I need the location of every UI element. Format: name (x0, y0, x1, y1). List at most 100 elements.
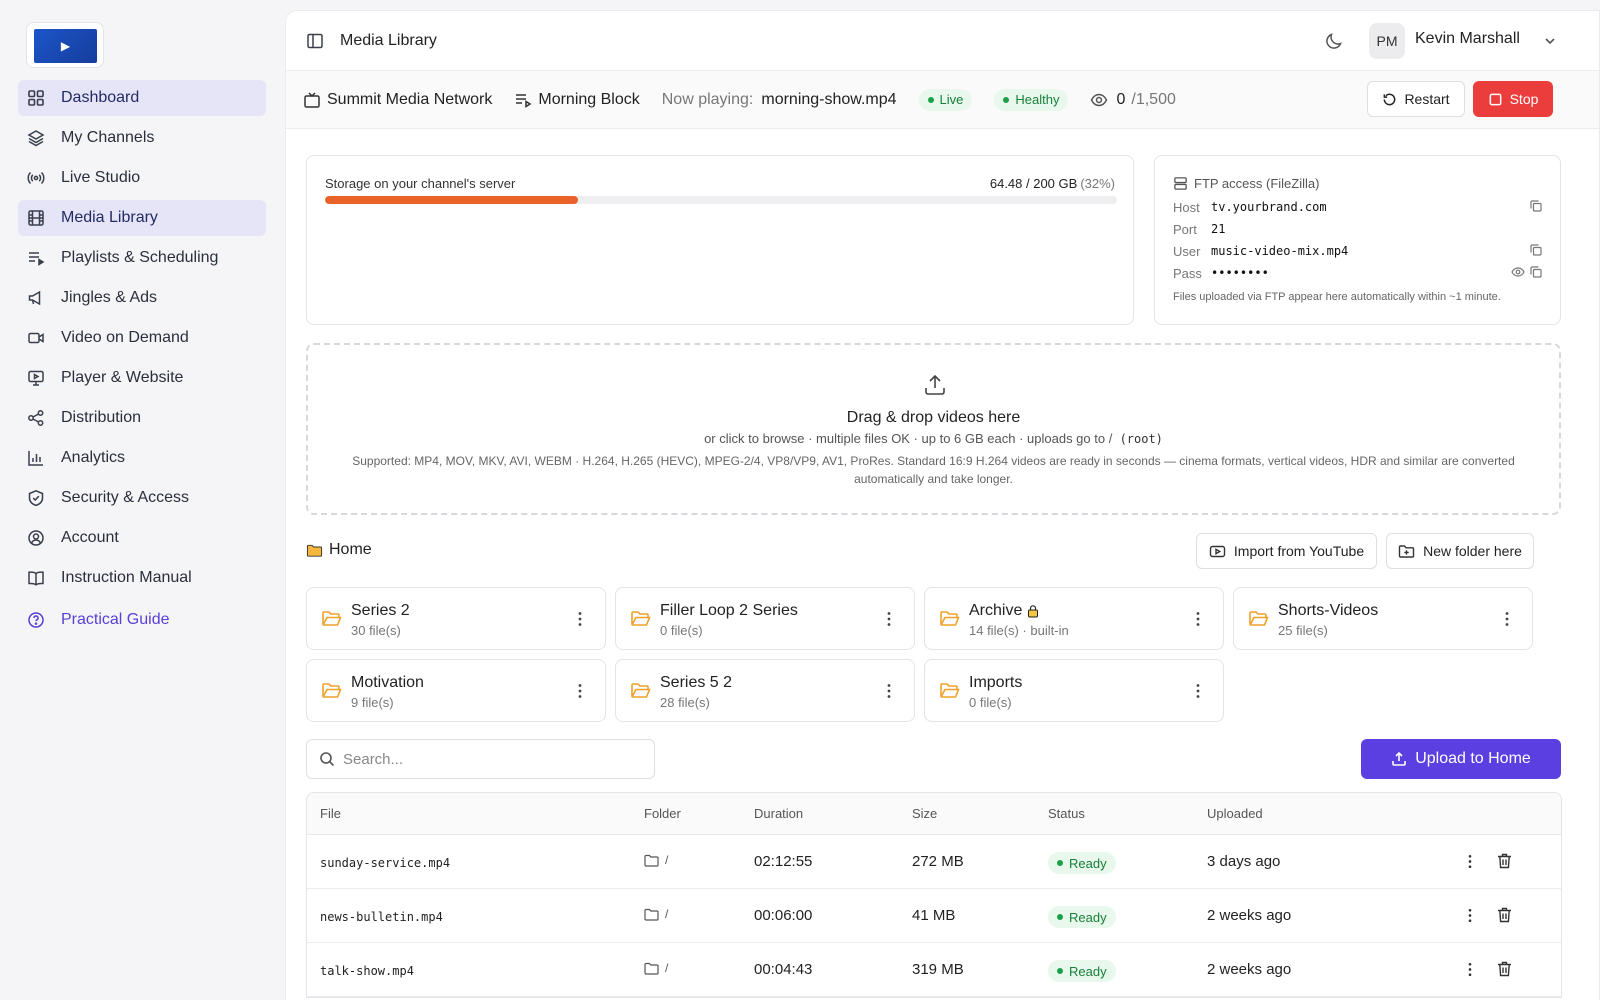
sidebar-item-label: My Channels (61, 129, 155, 146)
stop-button[interactable]: Stop (1473, 81, 1553, 117)
sidebar-toggle-icon[interactable] (306, 32, 324, 50)
file-size: 41 MB (912, 907, 956, 924)
restart-button[interactable]: Restart (1367, 81, 1465, 117)
import-youtube-button[interactable]: Import from YouTube (1196, 533, 1377, 569)
folder-count: 0 file(s) (969, 695, 1012, 710)
search-input[interactable] (343, 750, 643, 768)
folder-count: 0 file(s) (660, 623, 703, 638)
sidebar-item-account[interactable]: Account (18, 520, 266, 556)
folder-card[interactable]: Series 5 2 28 file(s) (615, 659, 915, 722)
youtube-icon (1209, 545, 1226, 557)
chevron-down-icon[interactable] (1543, 34, 1557, 48)
more-vertical-icon[interactable] (577, 610, 583, 628)
upload-dropzone[interactable]: Drag & drop videos here or click to brow… (306, 343, 1561, 515)
upload-to-home-button[interactable]: Upload to Home (1361, 739, 1561, 779)
avatar[interactable]: PM (1369, 23, 1405, 59)
more-vertical-icon[interactable] (1504, 610, 1510, 628)
sidebar-item-instruction-manual[interactable]: Instruction Manual (18, 560, 266, 596)
more-vertical-icon[interactable] (886, 682, 892, 700)
folder-card[interactable]: Filler Loop 2 Series 0 file(s) (615, 587, 915, 650)
block-selector[interactable]: Morning Block (514, 91, 640, 109)
col-size[interactable]: Size (912, 806, 937, 821)
moon-icon[interactable] (1324, 31, 1344, 51)
folder-card[interactable]: Motivation 9 file(s) (306, 659, 606, 722)
folder-card[interactable]: Imports 0 file(s) (924, 659, 1224, 722)
sidebar-item-distribution[interactable]: Distribution (18, 400, 266, 436)
channel-selector[interactable]: Summit Media Network (303, 91, 492, 109)
trash-icon[interactable] (1496, 852, 1513, 870)
ftp-card: FTP access (FileZilla) Host tv.yourbrand… (1154, 155, 1561, 325)
sidebar-item-label: Media Library (61, 209, 158, 226)
dropzone-sub-text: or click to browse · multiple files OK ·… (704, 431, 1113, 446)
more-vertical-icon[interactable] (1467, 961, 1473, 978)
folder-card[interactable]: Shorts-Videos 25 file(s) (1233, 587, 1533, 650)
sidebar-item-jingles-ads[interactable]: Jingles & Ads (18, 280, 266, 316)
eye-icon (1091, 93, 1108, 106)
copy-icon[interactable] (1529, 199, 1543, 213)
import-youtube-label: Import from YouTube (1233, 543, 1365, 559)
status-cell: Ready (1048, 852, 1116, 874)
more-vertical-icon[interactable] (577, 682, 583, 700)
sidebar-item-video-on-demand[interactable]: Video on Demand (18, 320, 266, 356)
more-vertical-icon[interactable] (1195, 682, 1201, 700)
col-file[interactable]: File (320, 806, 341, 821)
status-dot (1057, 860, 1063, 866)
restart-icon (1384, 93, 1396, 105)
folder-card[interactable]: Archive 14 file(s) · built-in (924, 587, 1224, 650)
col-duration[interactable]: Duration (754, 806, 803, 821)
top-bar: Media Library PM Kevin Marshall (286, 11, 1599, 71)
server-icon (1174, 177, 1187, 190)
sidebar-item-analytics[interactable]: Analytics (18, 440, 266, 476)
col-folder[interactable]: Folder (644, 806, 681, 821)
main-panel: Media Library PM Kevin Marshall Summit M… (285, 10, 1600, 1000)
folder-open-icon (631, 683, 651, 698)
file-size: 272 MB (912, 853, 964, 870)
breadcrumb-home: Home (329, 541, 372, 558)
sidebar-item-dashboard[interactable]: Dashboard (18, 80, 266, 116)
sidebar-item-live-studio[interactable]: Live Studio (18, 160, 266, 196)
folder-name: Series 5 2 (660, 674, 733, 691)
more-vertical-icon[interactable] (886, 610, 892, 628)
folder-open-icon (631, 611, 651, 626)
more-vertical-icon[interactable] (1195, 610, 1201, 628)
sidebar-item-my-channels[interactable]: My Channels (18, 120, 266, 156)
ftp-title: FTP access (FileZilla) (1173, 176, 1319, 191)
sidebar-item-label: Analytics (61, 449, 126, 466)
sidebar-item-playlists[interactable]: Playlists & Scheduling (18, 240, 266, 276)
restart-label: Restart (1404, 91, 1450, 107)
folder-card[interactable]: Series 2 30 file(s) (306, 587, 606, 650)
ftp-title-text: FTP access (FileZilla) (1194, 176, 1320, 191)
folder-cell: / (644, 907, 668, 921)
user-name[interactable]: Kevin Marshall (1415, 30, 1520, 48)
duration: 02:12:55 (754, 853, 813, 870)
sidebar-item-security-access[interactable]: Security & Access (18, 480, 266, 516)
folder-count: 30 file(s) (351, 623, 401, 638)
new-folder-button[interactable]: New folder here (1386, 533, 1534, 569)
status-badge: Ready (1048, 852, 1116, 874)
ftp-note: Files uploaded via FTP appear here autom… (1173, 291, 1501, 303)
more-vertical-icon[interactable] (1467, 853, 1473, 870)
lock-icon (1028, 605, 1039, 618)
viewers-max: /1,500 (1131, 90, 1176, 108)
sidebar-item-media-library[interactable]: Media Library (18, 200, 266, 236)
channel-logo[interactable]: ▶ (26, 22, 104, 68)
sidebar-item-practical-guide[interactable]: Practical Guide (18, 602, 266, 638)
col-uploaded[interactable]: Uploaded (1207, 806, 1263, 821)
breadcrumb[interactable]: Home (306, 541, 372, 559)
table-row[interactable]: sunday-service.mp4 / 02:12:55 272 MB Rea… (307, 835, 1561, 889)
sidebar-item-player-website[interactable]: Player & Website (18, 360, 266, 396)
copy-icon[interactable] (1529, 243, 1543, 257)
col-status[interactable]: Status (1048, 806, 1085, 821)
status-dot (1003, 96, 1010, 103)
more-vertical-icon[interactable] (1467, 907, 1473, 924)
table-row[interactable]: news-bulletin.mp4 / 00:06:00 41 MB Ready… (307, 889, 1561, 943)
folder-open-icon (322, 611, 342, 626)
table-row[interactable]: talk-show.mp4 / 00:04:43 319 MB Ready 2 … (307, 943, 1561, 997)
eye-icon[interactable] (1511, 265, 1525, 279)
live-badge: Live (918, 88, 973, 111)
folder-name: Filler Loop 2 Series (660, 602, 798, 619)
trash-icon[interactable] (1496, 960, 1513, 978)
folder-path: / (665, 853, 669, 867)
trash-icon[interactable] (1496, 906, 1513, 924)
copy-icon[interactable] (1529, 265, 1543, 279)
